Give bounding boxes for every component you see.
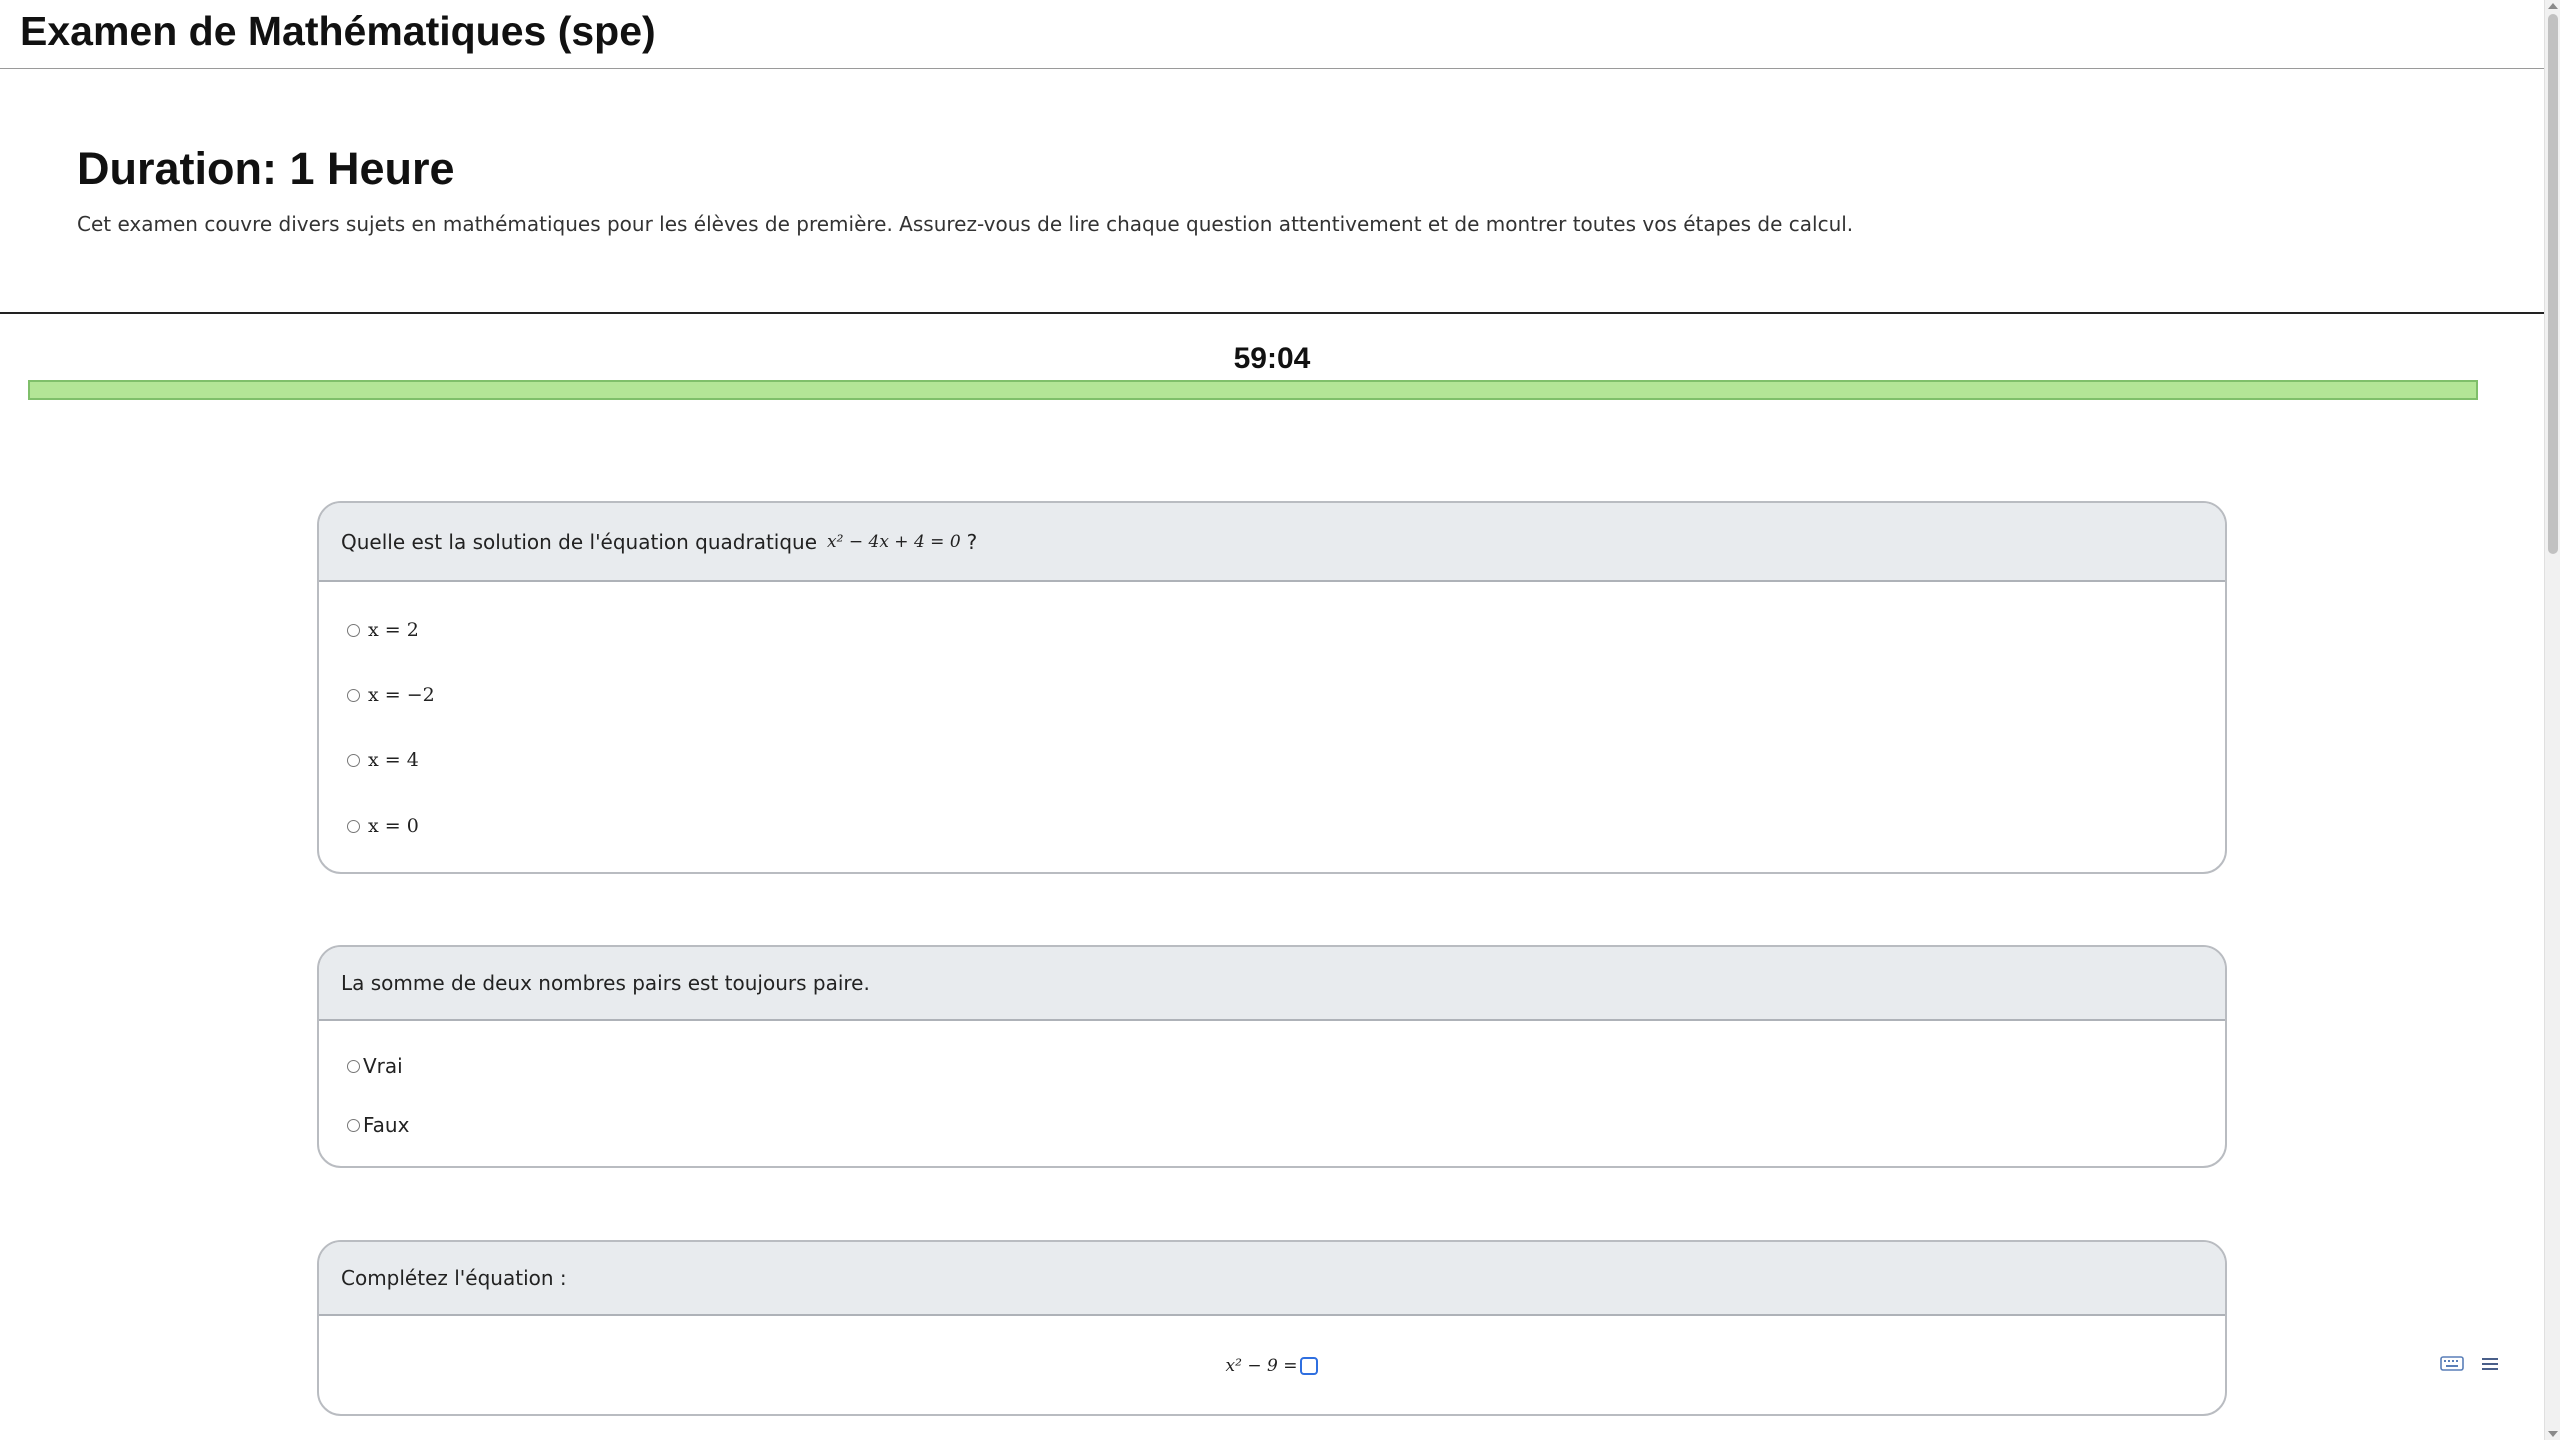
answer-input-box[interactable] bbox=[1300, 1357, 1319, 1375]
exam-description: Cet examen couvre divers sujets en mathé… bbox=[77, 212, 1854, 236]
question-text: La somme de deux nombres pairs est toujo… bbox=[341, 971, 870, 995]
question-card-3: Complétez l'équation : x² − 9 = bbox=[317, 1240, 2227, 1416]
question-header: La somme de deux nombres pairs est toujo… bbox=[319, 947, 2225, 1021]
intro-divider bbox=[0, 312, 2544, 314]
equation-text: x² − 9 = bbox=[1225, 1356, 1298, 1376]
option-x-equals-0[interactable]: x = 0 bbox=[347, 815, 419, 837]
option-label: x = 2 bbox=[368, 619, 419, 641]
option-x-equals-2[interactable]: x = 2 bbox=[347, 619, 419, 641]
countdown-timer: 59:04 bbox=[1233, 342, 1311, 375]
exam-page: Examen de Mathématiques (spe) Duration: … bbox=[0, 0, 2544, 1440]
question-suffix: ? bbox=[966, 529, 978, 554]
duration-heading: Duration: 1 Heure bbox=[77, 143, 455, 194]
option-label: x = 4 bbox=[368, 749, 419, 771]
question-math: x² − 4x + 4 = 0 bbox=[827, 531, 961, 552]
time-progress-fill bbox=[30, 382, 2476, 398]
radio-button[interactable] bbox=[347, 819, 360, 833]
option-label: x = −2 bbox=[368, 684, 435, 706]
equation-area: x² − 9 = bbox=[319, 1316, 2225, 1414]
scroll-thumb[interactable] bbox=[2548, 14, 2558, 554]
radio-button[interactable] bbox=[347, 623, 360, 637]
scroll-up-arrow-icon[interactable] bbox=[2548, 3, 2558, 9]
question-header: Complétez l'équation : bbox=[319, 1242, 2225, 1316]
option-vrai[interactable]: Vrai bbox=[347, 1054, 403, 1078]
question-card-1: Quelle est la solution de l'équation qua… bbox=[317, 501, 2227, 874]
vertical-scrollbar[interactable] bbox=[2544, 0, 2560, 1440]
scroll-down-arrow-icon[interactable] bbox=[2548, 1431, 2558, 1437]
radio-button[interactable] bbox=[347, 753, 360, 767]
question-card-2: La somme de deux nombres pairs est toujo… bbox=[317, 945, 2227, 1168]
option-label: Vrai bbox=[363, 1054, 403, 1078]
option-x-equals-minus-2[interactable]: x = −2 bbox=[347, 684, 435, 706]
radio-button[interactable] bbox=[347, 1059, 360, 1073]
question-text: Complétez l'équation : bbox=[341, 1266, 567, 1290]
radio-button[interactable] bbox=[347, 688, 360, 702]
question-header: Quelle est la solution de l'équation qua… bbox=[319, 503, 2225, 582]
option-label: Faux bbox=[363, 1113, 410, 1137]
menu-icon[interactable] bbox=[2481, 1355, 2499, 1373]
option-label: x = 0 bbox=[368, 815, 419, 837]
time-progress-bar bbox=[28, 380, 2478, 400]
option-faux[interactable]: Faux bbox=[347, 1113, 409, 1137]
radio-button[interactable] bbox=[347, 1118, 360, 1132]
option-x-equals-4[interactable]: x = 4 bbox=[347, 749, 419, 771]
page-title: Examen de Mathématiques (spe) bbox=[20, 8, 656, 54]
header-divider bbox=[0, 68, 2544, 69]
keyboard-icon[interactable] bbox=[2440, 1355, 2464, 1373]
question-text: Quelle est la solution de l'équation qua… bbox=[341, 529, 818, 554]
